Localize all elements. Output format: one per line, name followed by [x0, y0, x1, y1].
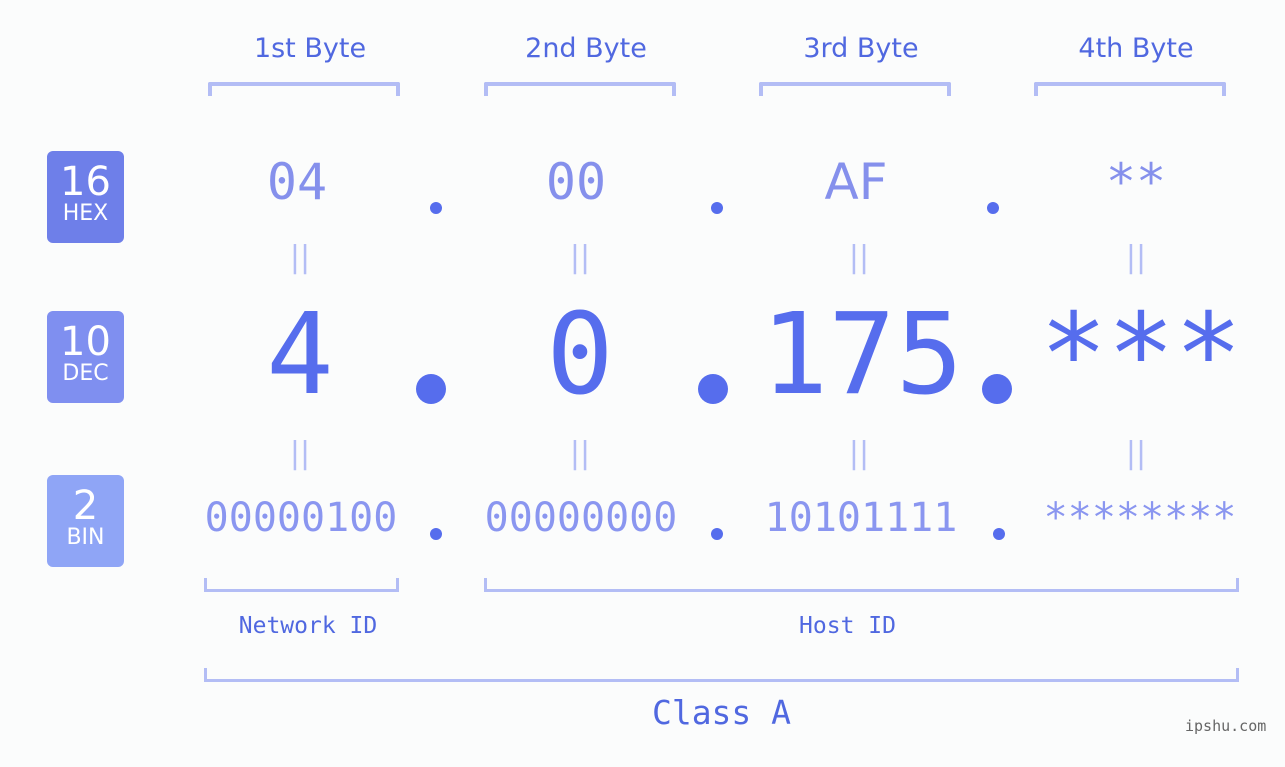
- byte-header-3: 3rd Byte: [803, 33, 919, 64]
- hex-base: 16: [60, 159, 111, 205]
- byte-bracket-1: [208, 82, 400, 96]
- bin-byte-3: 10101111: [764, 495, 958, 541]
- equals-icon: ||: [289, 240, 311, 275]
- equals-icon: ||: [848, 436, 870, 471]
- dec-byte-3: 175: [760, 290, 964, 420]
- dec-badge: 10 DEC: [47, 311, 124, 403]
- dec-byte-2: 0: [546, 290, 614, 420]
- hex-separator-2: [711, 202, 723, 214]
- host-id-bracket: [484, 578, 1239, 592]
- dec-base: 10: [60, 319, 111, 365]
- equals-icon: ||: [1125, 436, 1147, 471]
- hex-badge: 16 HEX: [47, 151, 124, 243]
- dec-separator-1: [416, 374, 446, 404]
- hex-byte-1: 04: [266, 153, 328, 211]
- class-label: Class A: [651, 693, 792, 732]
- equals-icon: ||: [1125, 240, 1147, 275]
- dec-separator-3: [982, 374, 1012, 404]
- dec-label: DEC: [62, 361, 109, 386]
- hex-separator-3: [987, 202, 999, 214]
- class-bracket: [204, 668, 1239, 682]
- bin-base: 2: [72, 483, 99, 529]
- equals-icon: ||: [848, 240, 870, 275]
- watermark: ipshu.com: [1185, 717, 1267, 735]
- byte-bracket-3: [759, 82, 951, 96]
- byte-bracket-2: [484, 82, 676, 96]
- hex-byte-4: **: [1105, 153, 1167, 211]
- bin-byte-2: 00000000: [484, 495, 678, 541]
- bin-separator-2: [711, 528, 723, 540]
- equals-icon: ||: [569, 436, 591, 471]
- bin-badge: 2 BIN: [47, 475, 124, 567]
- equals-icon: ||: [569, 240, 591, 275]
- bin-label: BIN: [66, 525, 105, 550]
- host-id-label: Host ID: [799, 613, 896, 639]
- dec-byte-4: ***: [1039, 290, 1243, 420]
- equals-icon: ||: [289, 436, 311, 471]
- byte-header-2: 2nd Byte: [525, 33, 647, 64]
- hex-separator-1: [430, 202, 442, 214]
- byte-header-4: 4th Byte: [1078, 33, 1194, 64]
- bin-byte-1: 00000100: [204, 495, 398, 541]
- bin-separator-3: [993, 528, 1005, 540]
- dec-byte-1: 4: [266, 290, 334, 420]
- network-id-bracket: [204, 578, 399, 592]
- dec-separator-2: [698, 374, 728, 404]
- hex-byte-2: 00: [545, 153, 607, 211]
- hex-byte-3: AF: [824, 153, 888, 211]
- byte-header-1: 1st Byte: [253, 33, 367, 64]
- byte-bracket-4: [1034, 82, 1226, 96]
- network-id-label: Network ID: [238, 613, 378, 639]
- bin-byte-4: ********: [1043, 495, 1237, 541]
- hex-label: HEX: [62, 201, 109, 226]
- bin-separator-1: [430, 528, 442, 540]
